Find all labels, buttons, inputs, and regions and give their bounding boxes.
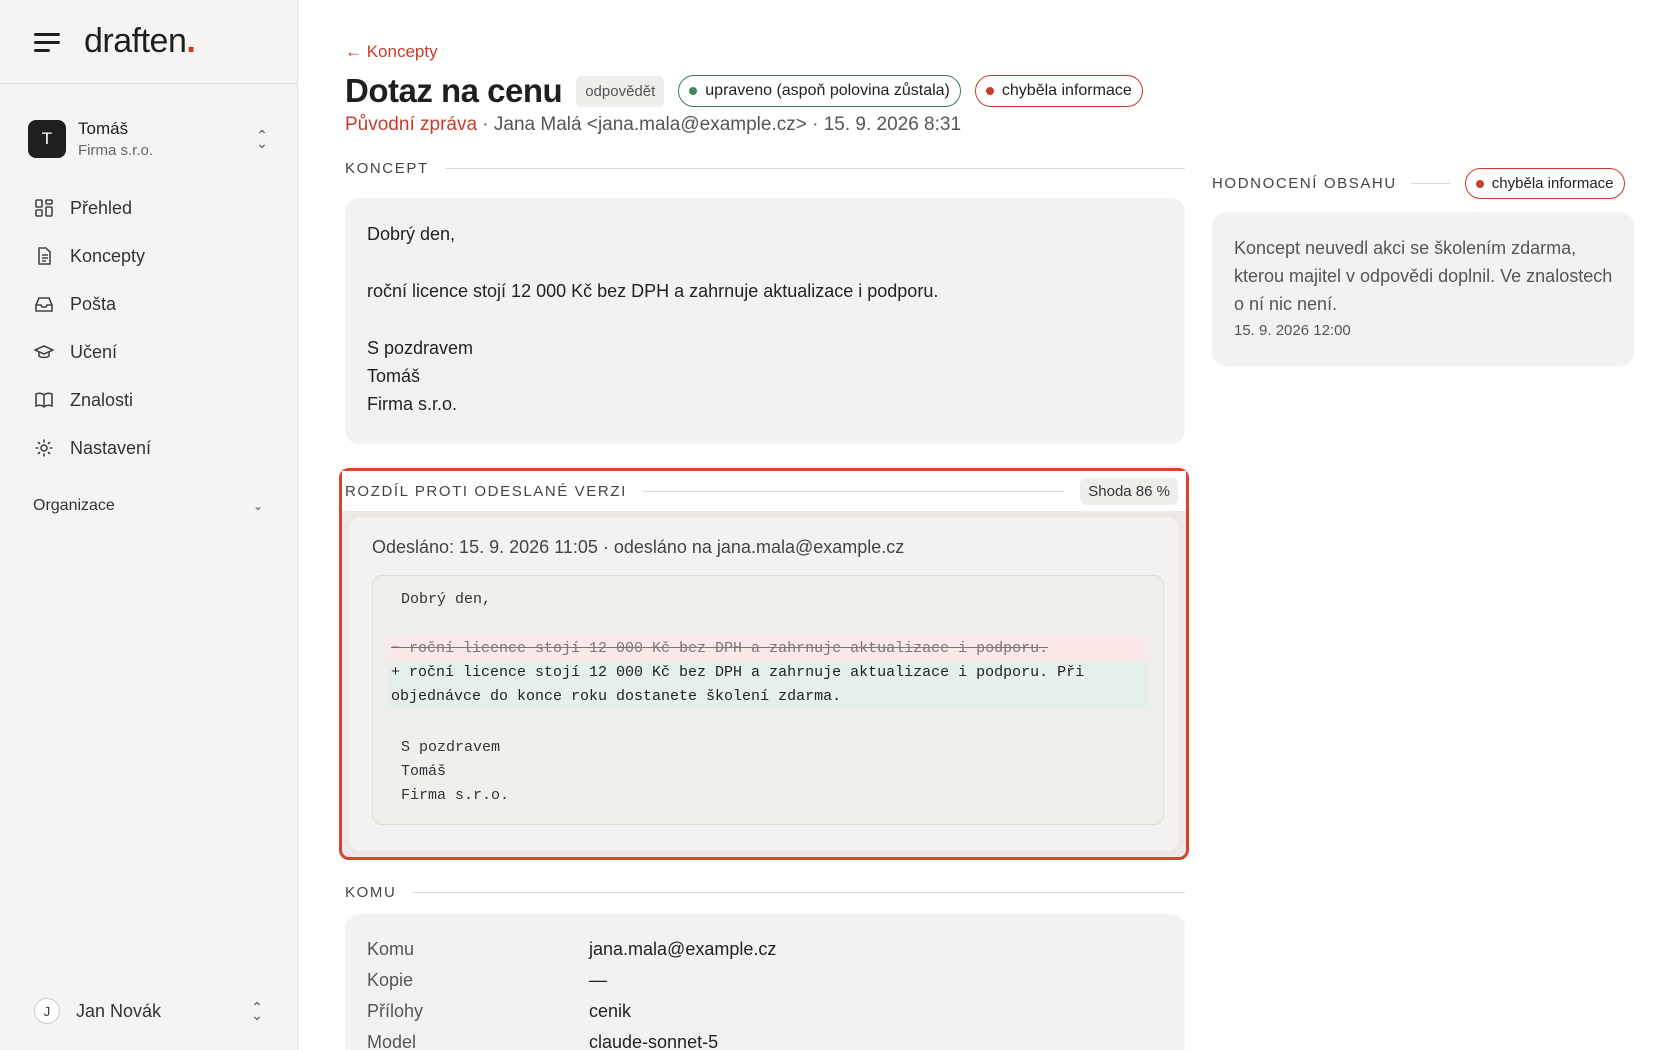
recipient-value: cenik [589, 1001, 632, 1021]
match-badge: Shoda 86 % [1080, 477, 1178, 505]
nav-item-koncepty[interactable]: Koncepty [0, 232, 297, 280]
message-meta: Původní zpráva · Jana Malá <jana.mala@ex… [345, 114, 961, 136]
evaluation-text: Koncept neuvedl akci se školením zdarma,… [1234, 238, 1613, 314]
concept-card: Dobrý den, roční licence stojí 12 000 Kč… [345, 198, 1185, 444]
recipients-card: Komu jana.mala@example.cz Kopie — Příloh… [345, 914, 1185, 1050]
diff-line-removed: − roční licence stojí 12 000 Kč bez DPH … [387, 637, 1149, 661]
nav-label: Učení [70, 341, 118, 362]
book-icon [34, 390, 54, 410]
inbox-icon [34, 294, 54, 314]
main-content: ← Koncepty Dotaz na cenu odpovědět uprav… [339, 0, 1635, 1050]
document-icon [34, 246, 54, 266]
chevron-down-icon: ⌄ [252, 499, 263, 513]
sent-info: Odesláno: 15. 9. 2026 11:05 · odesláno n… [372, 537, 905, 557]
title-row: Dotaz na cenu odpovědět upraveno (aspoň … [345, 72, 1157, 110]
recipient-label: Kopie [367, 970, 414, 990]
workspace-company: Firma s.r.o. [78, 142, 154, 159]
sidebar: draften. T Tomáš Firma s.r.o. ⌃ ⌄ Přehled… [0, 0, 298, 1050]
graduation-cap-icon [34, 342, 54, 362]
nav-label: Pošta [70, 293, 117, 314]
diff-card: Odesláno: 15. 9. 2026 11:05 · odesláno n… [350, 517, 1178, 851]
status-badge-missing: chyběla informace [974, 75, 1143, 107]
workspace-switcher[interactable]: T Tomáš Firma s.r.o. ⌃ ⌄ [0, 116, 297, 162]
grid-icon [34, 198, 54, 218]
nav-label: Přehled [70, 197, 133, 218]
recipient-value: — [589, 970, 607, 990]
workspace-name: Tomáš [78, 119, 129, 138]
diff-line-added: + roční licence stojí 12 000 Kč bez DPH … [387, 661, 1149, 709]
concept-greeting: Dobrý den, [367, 224, 456, 244]
brand-bar: draften. [0, 0, 297, 84]
recipient-label: Přílohy [367, 1001, 424, 1021]
workspace-avatar: T [28, 120, 66, 158]
chevron-updown-icon: ⌃ ⌄ [256, 127, 268, 151]
concept-section-header: KONCEPT [345, 160, 1185, 177]
evaluation-card: Koncept neuvedl akci se školením zdarma,… [1212, 212, 1634, 366]
diff-section: ROZDÍL PROTI ODESLANÉ VERZI Shoda 86 % O… [339, 468, 1189, 860]
nav-label: Nastavení [70, 437, 152, 458]
concept-body: roční licence stojí 12 000 Kč bez DPH a … [367, 281, 939, 301]
back-link[interactable]: ← Koncepty [345, 42, 438, 62]
menu-icon[interactable] [34, 32, 60, 52]
original-message-link[interactable]: Původní zpráva [345, 114, 477, 135]
diff-section-header: ROZDÍL PROTI ODESLANÉ VERZI Shoda 86 % [342, 471, 1186, 511]
evaluation-badge: chyběla informace [1464, 168, 1625, 199]
status-badge-edited: upraveno (aspoň polovina zůstala) [678, 75, 961, 107]
diff-line-context: Tomáš [401, 763, 447, 780]
evaluation-date: 15. 9. 2026 12:00 [1234, 322, 1351, 339]
nav-item-posta[interactable]: Pošta [0, 280, 297, 328]
nav-label: Koncepty [70, 245, 146, 266]
recipient-label: Model [367, 1032, 417, 1050]
user-avatar: J [34, 998, 60, 1024]
recipient-label: Komu [367, 939, 415, 959]
type-badge: odpovědět [576, 75, 665, 107]
organization-toggle[interactable]: Organizace ⌄ [0, 486, 297, 526]
nav-item-uceni[interactable]: Učení [0, 328, 297, 376]
gear-icon [34, 438, 54, 458]
organization-label: Organizace [33, 497, 115, 514]
diff-line-context: Dobrý den, [401, 591, 492, 608]
logo[interactable]: draften. [84, 22, 196, 61]
concept-sign-name: Tomáš [367, 366, 421, 386]
recipients-section-header: KOMU [345, 884, 1185, 901]
status-dot-icon [985, 87, 994, 95]
status-dot-icon [689, 87, 698, 95]
main-nav: Přehled Koncepty Pošta Učení Znalosti Na… [0, 184, 297, 472]
evaluation-section-header: HODNOCENÍ OBSAHU chyběla informace [1212, 168, 1635, 199]
meta-text: · Jana Malá <jana.mala@example.cz> · 15.… [477, 114, 962, 135]
recipient-value: claude-sonnet-5 [589, 1032, 719, 1050]
chevron-updown-icon: ⌃ ⌄ [251, 999, 263, 1023]
diff-view: Dobrý den, − roční licence stojí 12 000 … [372, 575, 1164, 825]
concept-closing: S pozdravem [367, 338, 474, 358]
user-name: Jan Novák [76, 1000, 162, 1021]
concept-sign-company: Firma s.r.o. [367, 394, 458, 414]
nav-label: Znalosti [70, 389, 134, 410]
nav-item-znalosti[interactable]: Znalosti [0, 376, 297, 424]
diff-line-context: S pozdravem [401, 739, 501, 756]
nav-item-nastaveni[interactable]: Nastavení [0, 424, 297, 472]
page-title: Dotaz na cenu [345, 72, 563, 109]
recipient-value: jana.mala@example.cz [589, 939, 777, 959]
nav-item-prehled[interactable]: Přehled [0, 184, 297, 232]
diff-line-context: Firma s.r.o. [401, 787, 510, 804]
status-dot-icon [1475, 179, 1484, 188]
user-menu[interactable]: J Jan Novák ⌃ ⌄ [0, 998, 298, 1024]
